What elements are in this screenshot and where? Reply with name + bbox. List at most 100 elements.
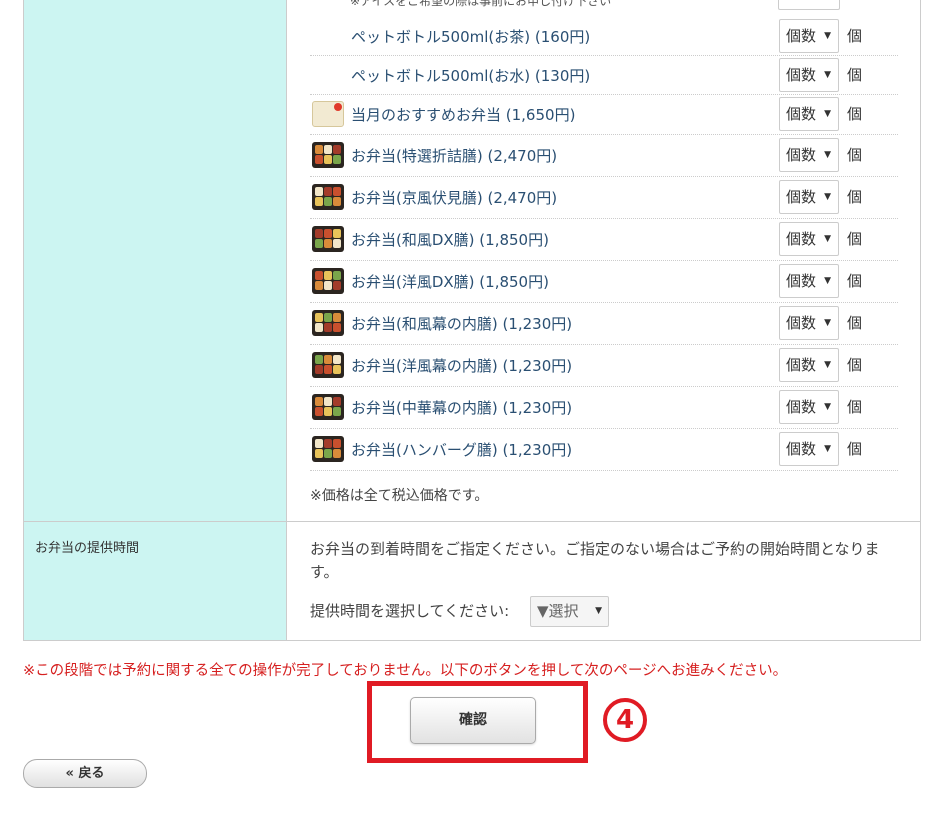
bento-cell: [324, 397, 332, 406]
bento-cell: [324, 281, 332, 290]
chevron-down-icon: ▼: [824, 31, 831, 41]
bento-cell: [315, 365, 323, 374]
bento-cell: [333, 355, 341, 364]
bento-cell: [315, 407, 323, 416]
bento-cell: [333, 239, 341, 248]
quantity-select[interactable]: 個数 ▼: [779, 222, 839, 256]
quantity-unit: 個: [847, 230, 863, 248]
quantity-unit: 個: [847, 314, 863, 332]
menu-item: お弁当(和風幕の内膳) (1,230円) 個数 ▼ 個: [310, 302, 898, 345]
bento-cell: [315, 397, 323, 406]
quantity-select-value: 個数: [786, 146, 817, 164]
bento-cell: [315, 313, 323, 322]
recommend-icon: [312, 101, 344, 127]
menu-item: お弁当(ハンバーグ膳) (1,230円) 個数 ▼ 個: [310, 428, 898, 471]
menu-item: お弁当(中華幕の内膳) (1,230円) 個数 ▼ 個: [310, 386, 898, 429]
quantity-unit: 個: [847, 146, 863, 164]
quantity-select[interactable]: 個数 ▼: [779, 432, 839, 466]
bento-cell: [333, 439, 341, 448]
menu-item: お弁当(特選折詰膳) (2,470円) 個数 ▼ 個: [310, 134, 898, 177]
row-divider: [24, 521, 920, 522]
menu-item: ペットボトル500ml(お茶) (160円) 個数 ▼ 個: [310, 16, 898, 56]
menu-item-name: お弁当(ハンバーグ膳) (1,230円): [351, 441, 573, 459]
bento-cell: [324, 155, 332, 164]
quantity-select[interactable]: 個数 ▼: [779, 306, 839, 340]
menu-item-name: お弁当(洋風DX膳) (1,850円): [351, 273, 549, 291]
bento-cell: [333, 197, 341, 206]
bento-icon: [312, 268, 344, 294]
quantity-select-value: 個数: [786, 272, 817, 290]
quantity-select-value: 個数: [786, 356, 817, 374]
quantity-select[interactable]: 個数 ▼: [779, 264, 839, 298]
delivery-time-prompt: 提供時間を選択してください:: [310, 602, 510, 620]
quantity-select[interactable]: 個数 ▼: [779, 180, 839, 214]
menu-item: お弁当(和風DX膳) (1,850円) 個数 ▼ 個: [310, 218, 898, 261]
delivery-time-select-value: ▼選択: [537, 602, 579, 620]
quantity-select-value: 個数: [786, 27, 817, 45]
menu-item-name: お弁当(和風DX膳) (1,850円): [351, 231, 549, 249]
quantity-select-value: 個数: [786, 66, 817, 84]
menu-item-name: お弁当(京風伏見膳) (2,470円): [351, 189, 558, 207]
bento-cell: [333, 229, 341, 238]
bento-icon: [312, 436, 344, 462]
bento-cell: [324, 407, 332, 416]
quantity-select[interactable]: 個数 ▼: [779, 19, 839, 53]
ice-note: ※アイスをご希望の際は事前にお申し付け下さい: [350, 0, 612, 8]
bento-cell: [333, 323, 341, 332]
quantity-unit: 個: [847, 356, 863, 374]
quantity-select-value: 個数: [786, 188, 817, 206]
menu-item-name: ペットボトル500ml(お水) (130円): [351, 67, 591, 85]
menu-item-name: ペットボトル500ml(お茶) (160円): [351, 28, 591, 46]
quantity-select-value: 個数: [786, 398, 817, 416]
quantity-unit: 個: [847, 66, 863, 84]
bento-cell: [324, 355, 332, 364]
bento-cell: [315, 229, 323, 238]
bento-icon: [312, 352, 344, 378]
bento-cell: [315, 439, 323, 448]
bento-cell: [315, 281, 323, 290]
quantity-unit: 個: [847, 398, 863, 416]
bento-cell: [324, 365, 332, 374]
back-button[interactable]: « 戻る: [23, 759, 147, 788]
quantity-select-value: 個数: [786, 314, 817, 332]
menu-item-name: お弁当(特選折詰膳) (2,470円): [351, 147, 558, 165]
bento-cell: [324, 271, 332, 280]
quantity-select[interactable]: 個数 ▼: [779, 97, 839, 131]
quantity-select[interactable]: 個数 ▼: [779, 58, 839, 92]
bento-cell: [324, 229, 332, 238]
quantity-unit: 個: [847, 440, 863, 458]
bento-cell: [315, 239, 323, 248]
delivery-time-select[interactable]: ▼選択 ▼: [530, 596, 609, 627]
bento-cell: [333, 271, 341, 280]
confirm-button[interactable]: 確認: [410, 697, 536, 744]
bento-cell: [333, 145, 341, 154]
menu-item-name: お弁当(和風幕の内膳) (1,230円): [351, 315, 573, 333]
bento-cell: [324, 187, 332, 196]
bento-cell: [324, 323, 332, 332]
quantity-unit: 個: [847, 27, 863, 45]
chevron-down-icon: ▼: [824, 444, 831, 454]
bento-cell: [333, 407, 341, 416]
menu-item: 当月のおすすめお弁当 (1,650円) 個数 ▼ 個: [310, 94, 898, 135]
menu-item-name: 当月のおすすめお弁当 (1,650円): [351, 106, 576, 124]
menu-item: ペットボトル500ml(お水) (130円) 個数 ▼ 個: [310, 55, 898, 95]
bento-cell: [333, 281, 341, 290]
bento-cell: [315, 449, 323, 458]
bento-cell: [315, 271, 323, 280]
quantity-unit: 個: [847, 105, 863, 123]
menu-item: お弁当(洋風DX膳) (1,850円) 個数 ▼ 個: [310, 260, 898, 303]
delivery-time-description: お弁当の到着時間をご指定ください。ご指定のない場合はご予約の開始時間となります。: [310, 540, 880, 581]
quantity-select-partial[interactable]: [778, 0, 840, 10]
delivery-time-label: お弁当の提供時間: [35, 541, 140, 556]
bento-cell: [333, 449, 341, 458]
price-note: ※価格は全て税込価格です。: [310, 488, 489, 504]
chevron-down-icon: ▼: [824, 109, 831, 119]
quantity-select[interactable]: 個数 ▼: [779, 348, 839, 382]
bento-cell: [315, 355, 323, 364]
bento-cell: [324, 145, 332, 154]
bento-icon: [312, 142, 344, 168]
chevron-down-icon: ▼: [824, 318, 831, 328]
bento-cell: [315, 187, 323, 196]
quantity-select[interactable]: 個数 ▼: [779, 138, 839, 172]
quantity-select[interactable]: 個数 ▼: [779, 390, 839, 424]
